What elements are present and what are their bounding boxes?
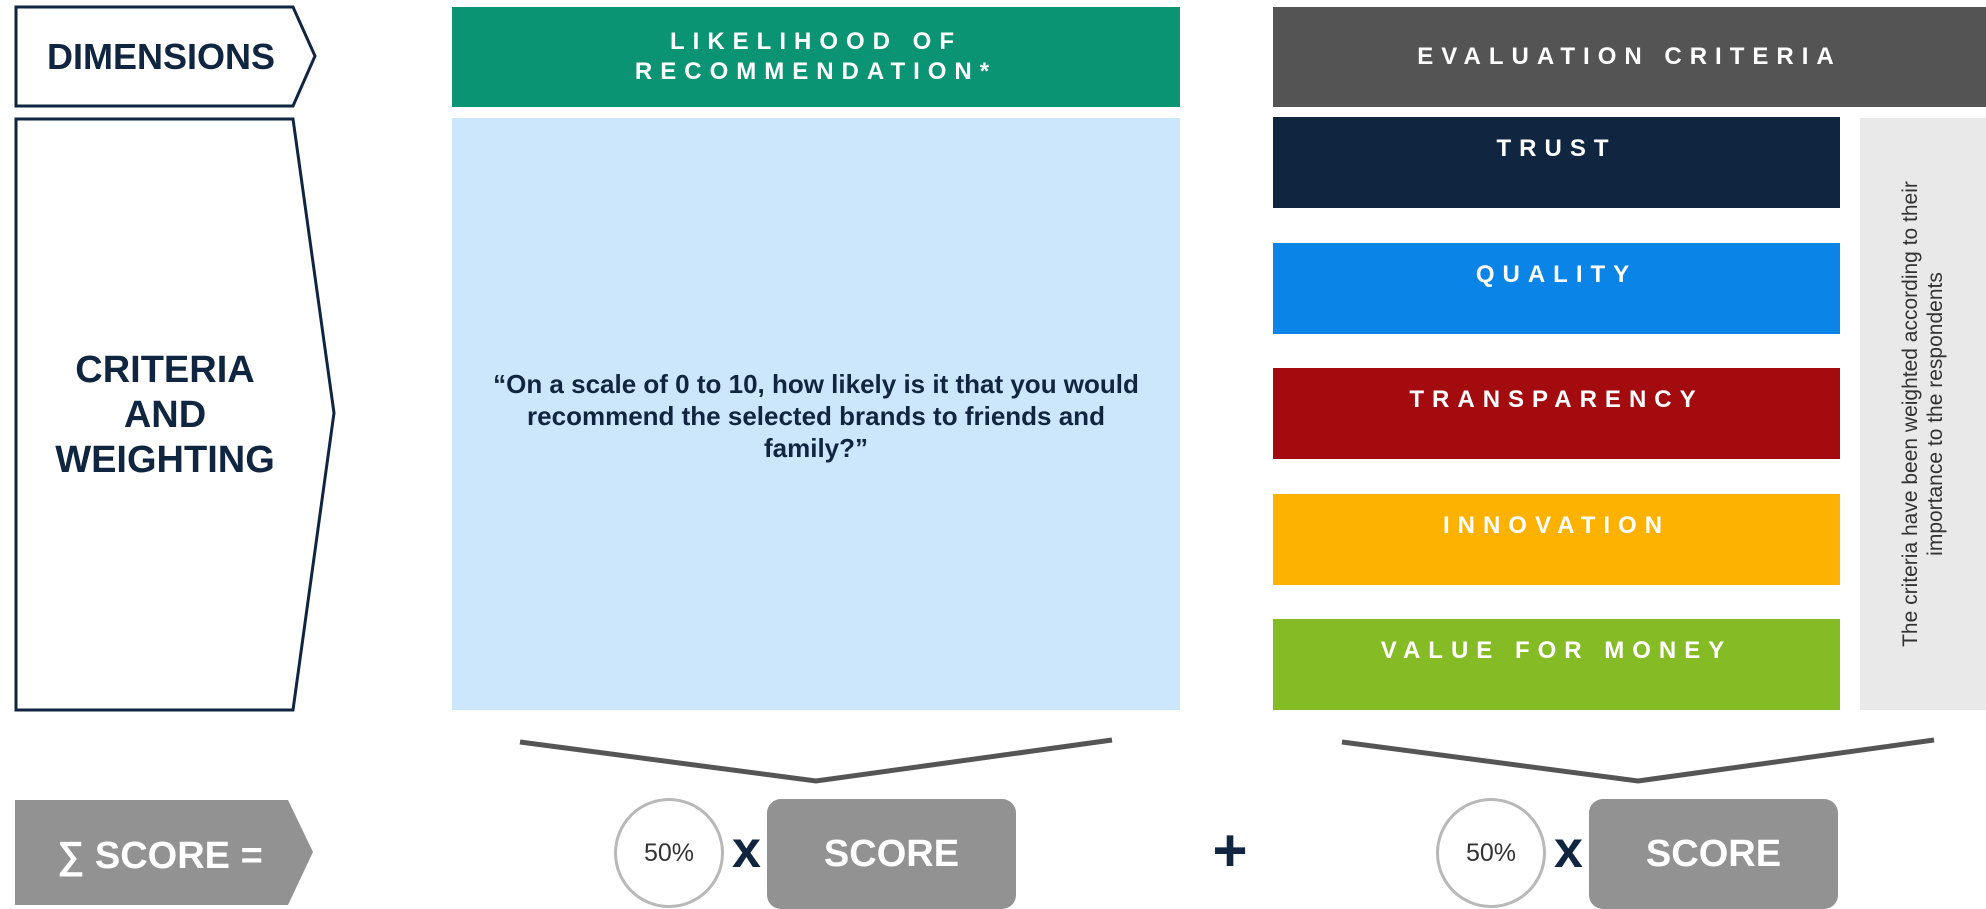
score-formula-label: ∑ SCORE = — [57, 834, 263, 877]
dimensions-label: DIMENSIONS — [46, 35, 276, 77]
criterion-value-for-money: VALUE FOR MONEY — [1273, 619, 1840, 710]
likelihood-weight-circle: 50% — [614, 798, 724, 908]
criterion-transparency: TRANSPARENCY — [1273, 368, 1840, 459]
likelihood-question-text: “On a scale of 0 to 10, how likely is it… — [493, 369, 1139, 463]
criteria-weighting-label: CRITERIA AND WEIGHTING — [55, 348, 275, 481]
criterion-quality: QUALITY — [1273, 243, 1840, 334]
likelihood-score-box: SCORE — [767, 799, 1016, 909]
right-funnel-line — [1341, 737, 1935, 784]
left-funnel-line — [519, 737, 1113, 784]
likelihood-question-panel: “On a scale of 0 to 10, how likely is it… — [452, 118, 1180, 710]
criterion-innovation: INNOVATION — [1273, 494, 1840, 585]
evaluation-header: EVALUATION CRITERIA — [1273, 7, 1986, 107]
evaluation-score-box: SCORE — [1589, 799, 1838, 909]
evaluation-weight-circle: 50% — [1436, 798, 1546, 908]
weighting-note-text: The criteria have been weighted accordin… — [1899, 181, 1947, 647]
likelihood-header: LIKELIHOOD OF RECOMMENDATION* — [452, 7, 1180, 107]
plus-sign: + — [1212, 816, 1248, 884]
weighting-note-panel: The criteria have been weighted accordin… — [1860, 118, 1986, 710]
likelihood-multiply-sign: x — [732, 821, 761, 879]
evaluation-multiply-sign: x — [1554, 821, 1583, 879]
criterion-trust: TRUST — [1273, 117, 1840, 208]
